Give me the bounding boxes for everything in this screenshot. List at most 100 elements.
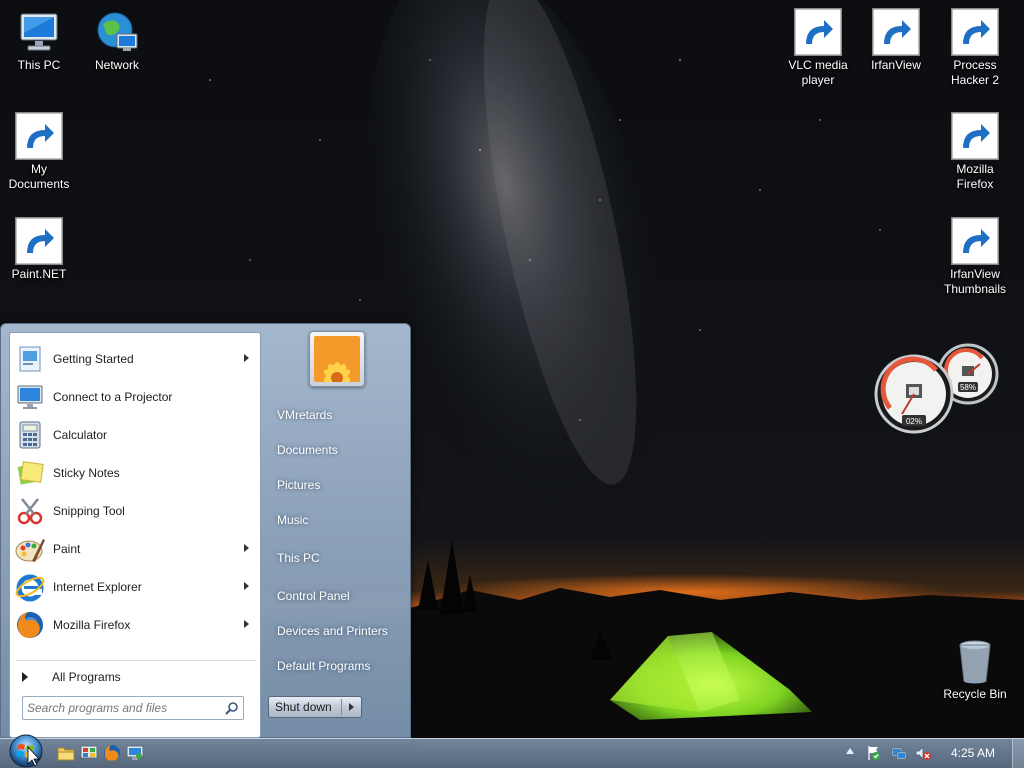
start-menu-programs-pane: Getting Started Connect to a Projector C… (9, 332, 261, 738)
internet-explorer-icon (14, 571, 46, 603)
program-label: Sticky Notes (53, 466, 120, 480)
cpu-gauge: 02% (874, 354, 954, 434)
desktop-icon-vlc[interactable]: VLC media player (779, 8, 857, 88)
desktop-icon-label: This PC (17, 58, 61, 72)
explorer-icon[interactable] (57, 744, 75, 762)
desktop-icon-label: VLC media player (788, 58, 848, 87)
submenu-arrow-icon[interactable] (244, 620, 249, 628)
show-desktop-button[interactable] (1012, 739, 1024, 768)
cpu-meter-gadget[interactable]: 58% 02% (872, 338, 1002, 438)
right-link-pictures[interactable]: Pictures (267, 470, 405, 500)
shutdown-options-arrow-icon[interactable] (349, 703, 354, 711)
program-label: Internet Explorer (53, 580, 142, 594)
snipping-tool-icon (14, 495, 46, 527)
firefox-icon[interactable] (103, 744, 121, 762)
program-getting-started[interactable]: Getting Started (13, 341, 257, 377)
computer-icon (15, 8, 63, 56)
program-paint[interactable]: Paint (13, 531, 257, 567)
recycle-bin-icon (951, 637, 999, 685)
shortcut-arrow-icon (951, 217, 999, 265)
user-account-picture[interactable] (309, 331, 365, 387)
flower-avatar (314, 336, 360, 382)
firefox-icon (951, 112, 999, 160)
program-calculator[interactable]: Calculator (13, 417, 257, 453)
all-programs-label: All Programs (52, 670, 121, 684)
program-label: Calculator (53, 428, 108, 442)
all-programs-arrow-icon (22, 672, 28, 682)
programs-separator (16, 660, 256, 661)
start-search-box[interactable] (22, 696, 244, 720)
right-link-control-panel[interactable]: Control Panel (267, 581, 405, 611)
desktop-icon-label: Paint.NET (11, 267, 67, 281)
program-internet-explorer[interactable]: Internet Explorer (13, 569, 257, 605)
desktop-icon-label: Network (94, 58, 139, 72)
vlc-cone-icon (794, 8, 842, 56)
submenu-arrow-icon[interactable] (244, 544, 249, 552)
program-mozilla-firefox[interactable]: Mozilla Firefox (13, 607, 257, 643)
firefox-icon (14, 609, 46, 641)
desktop-icon-firefox[interactable]: Mozilla Firefox (936, 112, 1014, 192)
right-link-devices-and-printers[interactable]: Devices and Printers (267, 616, 405, 646)
remote-desktop-icon[interactable] (126, 744, 144, 762)
shutdown-label: Shut down (275, 700, 332, 714)
right-link-user[interactable]: VMretards (267, 400, 405, 430)
paint-net-icon (15, 217, 63, 265)
volume-muted-icon[interactable] (915, 745, 931, 761)
program-label: Paint (53, 542, 81, 556)
irfanview-icon: 32 (872, 8, 920, 56)
panda-thumbnail-icon (951, 217, 999, 265)
program-snipping-tool[interactable]: Snipping Tool (13, 493, 257, 529)
desktop-icon-process-hacker[interactable]: Process Hacker 2 (936, 8, 1014, 88)
shortcut-arrow-icon (872, 8, 920, 56)
desktop-icon-irfanview-thumbnails[interactable]: IrfanView Thumbnails (936, 217, 1014, 297)
right-link-default-programs[interactable]: Default Programs (267, 651, 405, 681)
desktop-icon-label: IrfanView (871, 58, 921, 72)
shortcut-arrow-icon (951, 8, 999, 56)
program-label: Mozilla Firefox (53, 618, 131, 632)
program-connect-to-projector[interactable]: Connect to a Projector (13, 379, 257, 415)
right-link-documents[interactable]: Documents (267, 435, 405, 465)
action-center-icon[interactable] (866, 745, 882, 761)
show-hidden-icons-button[interactable] (846, 748, 854, 754)
calculator-icon (14, 419, 46, 451)
cpu-value: 02% (906, 417, 922, 426)
shortcut-arrow-icon (15, 112, 63, 160)
network-icon[interactable] (891, 745, 907, 761)
program-label: Getting Started (53, 352, 134, 366)
right-link-this-pc[interactable]: This PC (267, 543, 405, 573)
memory-value: 58% (960, 383, 976, 392)
desktop-icon-my-documents[interactable]: My Documents (0, 112, 78, 192)
desktop-icon-irfanview[interactable]: 32 IrfanView (857, 8, 935, 73)
shutdown-button[interactable]: Shut down (268, 696, 362, 718)
shortcut-arrow-icon (15, 217, 63, 265)
start-menu: Getting Started Connect to a Projector C… (0, 323, 411, 738)
all-programs-button[interactable]: All Programs (18, 667, 121, 687)
desktop-icon-this-pc[interactable]: This PC (0, 8, 78, 73)
program-label: Snipping Tool (53, 504, 125, 518)
projector-icon (14, 381, 46, 413)
sticky-notes-icon (14, 457, 46, 489)
search-input[interactable] (27, 700, 217, 716)
desktop-icon-network[interactable]: Network (78, 8, 156, 73)
shortcut-arrow-icon (794, 8, 842, 56)
submenu-arrow-icon[interactable] (244, 582, 249, 590)
documents-folder-icon (15, 112, 63, 160)
control-panel-icon[interactable] (80, 744, 98, 762)
process-hacker-icon (951, 8, 999, 56)
desktop-icon-paint-net[interactable]: Paint.NET (0, 217, 78, 282)
right-link-music[interactable]: Music (267, 505, 405, 535)
desktop-icon-label: Mozilla Firefox (956, 162, 994, 191)
search-icon[interactable] (224, 701, 239, 716)
right-pane-separator (269, 539, 401, 540)
desktop-icon-label: Process Hacker 2 (950, 58, 1000, 87)
shortcut-arrow-icon (951, 112, 999, 160)
start-button[interactable] (8, 733, 44, 768)
desktop-icon-recycle-bin[interactable]: Recycle Bin (936, 637, 1014, 702)
network-globe-icon (93, 8, 141, 56)
program-sticky-notes[interactable]: Sticky Notes (13, 455, 257, 491)
program-label: Connect to a Projector (53, 390, 173, 404)
desktop-icon-label: Recycle Bin (943, 687, 1007, 701)
getting-started-icon (14, 343, 46, 375)
taskbar-clock[interactable]: 4:25 AM (942, 738, 1004, 768)
submenu-arrow-icon[interactable] (244, 354, 249, 362)
